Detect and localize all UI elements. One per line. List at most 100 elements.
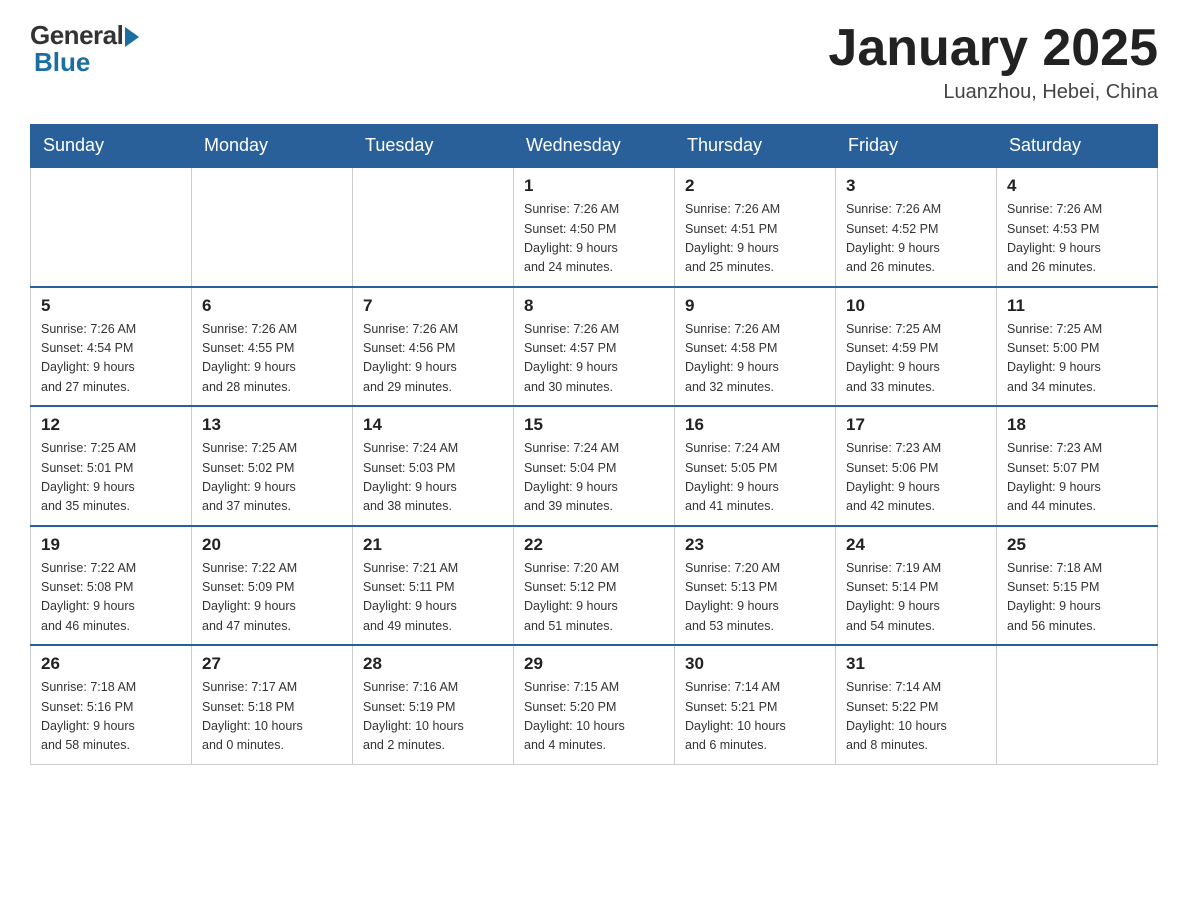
day-number: 5: [41, 296, 181, 316]
calendar-cell: 29 Sunrise: 7:15 AM Sunset: 5:20 PM Dayli…: [514, 645, 675, 764]
calendar-header-row: SundayMondayTuesdayWednesdayThursdayFrid…: [31, 125, 1158, 168]
day-info: Sunrise: 7:20 AM Sunset: 5:12 PM Dayligh…: [524, 559, 664, 637]
calendar-cell: 1 Sunrise: 7:26 AM Sunset: 4:50 PM Daylig…: [514, 167, 675, 287]
calendar-cell: 25 Sunrise: 7:18 AM Sunset: 5:15 PM Dayli…: [997, 526, 1158, 646]
calendar-cell: 9 Sunrise: 7:26 AM Sunset: 4:58 PM Daylig…: [675, 287, 836, 407]
calendar-cell: [997, 645, 1158, 764]
day-info: Sunrise: 7:15 AM Sunset: 5:20 PM Dayligh…: [524, 678, 664, 756]
day-number: 28: [363, 654, 503, 674]
day-number: 8: [524, 296, 664, 316]
calendar-cell: [31, 167, 192, 287]
calendar-cell: 27Sunrise: 7:17 AM Sunset: 5:18 PM Dayli…: [192, 645, 353, 764]
day-info: Sunrise: 7:24 AM Sunset: 5:03 PM Dayligh…: [363, 439, 503, 517]
day-info: Sunrise: 7:16 AM Sunset: 5:19 PM Dayligh…: [363, 678, 503, 756]
calendar-week-row: 19 Sunrise: 7:22 AM Sunset: 5:08 PM Dayli…: [31, 526, 1158, 646]
day-info: Sunrise: 7:26 AM Sunset: 4:53 PM Dayligh…: [1007, 200, 1147, 278]
day-info: Sunrise: 7:19 AM Sunset: 5:14 PM Dayligh…: [846, 559, 986, 637]
day-number: 4: [1007, 176, 1147, 196]
calendar-cell: 13 Sunrise: 7:25 AM Sunset: 5:02 PM Dayli…: [192, 406, 353, 526]
day-number: 2: [685, 176, 825, 196]
logo-blue-text: Blue: [30, 47, 139, 78]
day-info: Sunrise: 7:25 AM Sunset: 5:01 PM Dayligh…: [41, 439, 181, 517]
calendar-cell: 10Sunrise: 7:25 AM Sunset: 4:59 PM Dayli…: [836, 287, 997, 407]
calendar-cell: 11 Sunrise: 7:25 AM Sunset: 5:00 PM Dayli…: [997, 287, 1158, 407]
day-number: 15: [524, 415, 664, 435]
day-number: 6: [202, 296, 342, 316]
day-info: Sunrise: 7:21 AM Sunset: 5:11 PM Dayligh…: [363, 559, 503, 637]
day-info: Sunrise: 7:26 AM Sunset: 4:57 PM Dayligh…: [524, 320, 664, 398]
calendar-cell: 30 Sunrise: 7:14 AM Sunset: 5:21 PM Dayli…: [675, 645, 836, 764]
calendar-cell: 23 Sunrise: 7:20 AM Sunset: 5:13 PM Dayli…: [675, 526, 836, 646]
day-info: Sunrise: 7:14 AM Sunset: 5:21 PM Dayligh…: [685, 678, 825, 756]
day-number: 11: [1007, 296, 1147, 316]
calendar-cell: 8 Sunrise: 7:26 AM Sunset: 4:57 PM Daylig…: [514, 287, 675, 407]
day-info: Sunrise: 7:26 AM Sunset: 4:58 PM Dayligh…: [685, 320, 825, 398]
calendar-cell: 26 Sunrise: 7:18 AM Sunset: 5:16 PM Dayli…: [31, 645, 192, 764]
calendar-cell: 17 Sunrise: 7:23 AM Sunset: 5:06 PM Dayli…: [836, 406, 997, 526]
day-info: Sunrise: 7:23 AM Sunset: 5:06 PM Dayligh…: [846, 439, 986, 517]
day-number: 12: [41, 415, 181, 435]
calendar-week-row: 12 Sunrise: 7:25 AM Sunset: 5:01 PM Dayli…: [31, 406, 1158, 526]
day-info: Sunrise: 7:26 AM Sunset: 4:52 PM Dayligh…: [846, 200, 986, 278]
day-number: 29: [524, 654, 664, 674]
calendar-cell: 20 Sunrise: 7:22 AM Sunset: 5:09 PM Dayli…: [192, 526, 353, 646]
day-info: Sunrise: 7:20 AM Sunset: 5:13 PM Dayligh…: [685, 559, 825, 637]
day-number: 20: [202, 535, 342, 555]
month-title: January 2025: [828, 20, 1158, 77]
logo-triangle-icon: [125, 27, 139, 47]
day-info: Sunrise: 7:22 AM Sunset: 5:09 PM Dayligh…: [202, 559, 342, 637]
day-number: 26: [41, 654, 181, 674]
day-number: 9: [685, 296, 825, 316]
calendar-cell: 31Sunrise: 7:14 AM Sunset: 5:22 PM Dayli…: [836, 645, 997, 764]
calendar-cell: 16Sunrise: 7:24 AM Sunset: 5:05 PM Dayli…: [675, 406, 836, 526]
calendar-cell: [353, 167, 514, 287]
day-info: Sunrise: 7:25 AM Sunset: 5:00 PM Dayligh…: [1007, 320, 1147, 398]
calendar-cell: 12 Sunrise: 7:25 AM Sunset: 5:01 PM Dayli…: [31, 406, 192, 526]
day-info: Sunrise: 7:26 AM Sunset: 4:54 PM Dayligh…: [41, 320, 181, 398]
calendar-week-row: 26 Sunrise: 7:18 AM Sunset: 5:16 PM Dayli…: [31, 645, 1158, 764]
day-number: 3: [846, 176, 986, 196]
page-header: General Blue January 2025 Luanzhou, Hebe…: [30, 20, 1158, 104]
weekday-header: Sunday: [31, 125, 192, 168]
day-number: 21: [363, 535, 503, 555]
day-number: 1: [524, 176, 664, 196]
logo: General Blue: [30, 20, 139, 78]
title-block: January 2025 Luanzhou, Hebei, China: [828, 20, 1158, 104]
day-info: Sunrise: 7:25 AM Sunset: 4:59 PM Dayligh…: [846, 320, 986, 398]
day-number: 23: [685, 535, 825, 555]
day-number: 25: [1007, 535, 1147, 555]
day-number: 24: [846, 535, 986, 555]
day-number: 19: [41, 535, 181, 555]
calendar-cell: 6Sunrise: 7:26 AM Sunset: 4:55 PM Daylig…: [192, 287, 353, 407]
day-info: Sunrise: 7:26 AM Sunset: 4:51 PM Dayligh…: [685, 200, 825, 278]
calendar-week-row: 5 Sunrise: 7:26 AM Sunset: 4:54 PM Daylig…: [31, 287, 1158, 407]
day-info: Sunrise: 7:25 AM Sunset: 5:02 PM Dayligh…: [202, 439, 342, 517]
day-number: 27: [202, 654, 342, 674]
calendar-cell: [192, 167, 353, 287]
weekday-header: Wednesday: [514, 125, 675, 168]
weekday-header: Tuesday: [353, 125, 514, 168]
calendar-cell: 28 Sunrise: 7:16 AM Sunset: 5:19 PM Dayli…: [353, 645, 514, 764]
day-info: Sunrise: 7:24 AM Sunset: 5:05 PM Dayligh…: [685, 439, 825, 517]
calendar-cell: 18Sunrise: 7:23 AM Sunset: 5:07 PM Dayli…: [997, 406, 1158, 526]
day-number: 17: [846, 415, 986, 435]
weekday-header: Monday: [192, 125, 353, 168]
day-number: 31: [846, 654, 986, 674]
weekday-header: Friday: [836, 125, 997, 168]
day-number: 22: [524, 535, 664, 555]
day-info: Sunrise: 7:23 AM Sunset: 5:07 PM Dayligh…: [1007, 439, 1147, 517]
day-number: 13: [202, 415, 342, 435]
day-info: Sunrise: 7:22 AM Sunset: 5:08 PM Dayligh…: [41, 559, 181, 637]
day-info: Sunrise: 7:18 AM Sunset: 5:15 PM Dayligh…: [1007, 559, 1147, 637]
calendar-cell: 7Sunrise: 7:26 AM Sunset: 4:56 PM Daylig…: [353, 287, 514, 407]
calendar-cell: 4 Sunrise: 7:26 AM Sunset: 4:53 PM Daylig…: [997, 167, 1158, 287]
calendar-table: SundayMondayTuesdayWednesdayThursdayFrid…: [30, 124, 1158, 765]
day-info: Sunrise: 7:26 AM Sunset: 4:50 PM Dayligh…: [524, 200, 664, 278]
calendar-week-row: 1 Sunrise: 7:26 AM Sunset: 4:50 PM Daylig…: [31, 167, 1158, 287]
day-number: 30: [685, 654, 825, 674]
day-number: 7: [363, 296, 503, 316]
calendar-cell: 15Sunrise: 7:24 AM Sunset: 5:04 PM Dayli…: [514, 406, 675, 526]
calendar-cell: 19 Sunrise: 7:22 AM Sunset: 5:08 PM Dayli…: [31, 526, 192, 646]
day-info: Sunrise: 7:18 AM Sunset: 5:16 PM Dayligh…: [41, 678, 181, 756]
calendar-cell: 3 Sunrise: 7:26 AM Sunset: 4:52 PM Daylig…: [836, 167, 997, 287]
